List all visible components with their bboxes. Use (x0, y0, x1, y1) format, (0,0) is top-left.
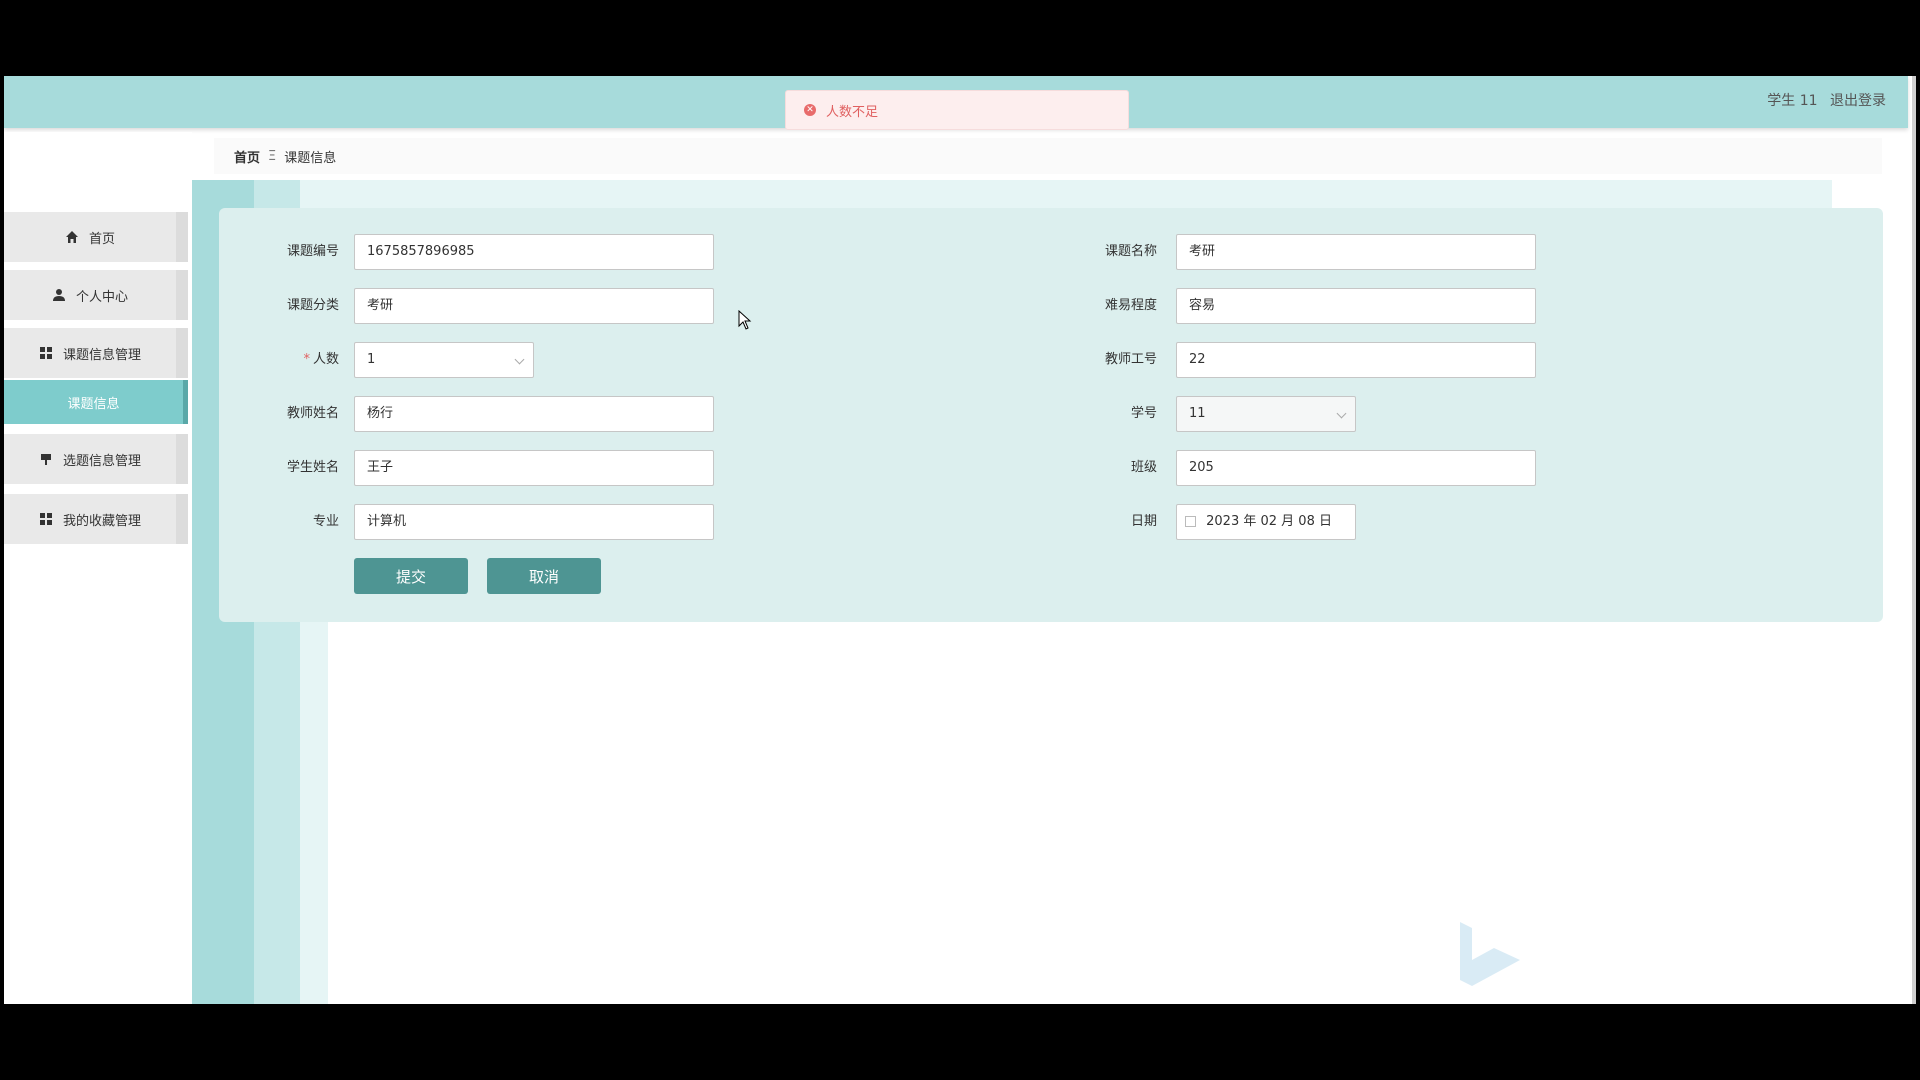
user-area: 学生 11 退出登录 (1759, 90, 1886, 110)
student-no-label: 学号 (1130, 406, 1157, 421)
required-mark: * (303, 352, 310, 367)
scrollbar[interactable] (1912, 76, 1916, 1004)
people-label-text: 人数 (312, 352, 339, 367)
grid-icon (39, 347, 52, 359)
class-input[interactable]: 205 (1176, 450, 1536, 486)
user-icon (52, 289, 65, 301)
sidebar-item-selection-management[interactable]: 选题信息管理 (4, 434, 188, 484)
topic-no-input[interactable]: 1675857896985 (354, 234, 714, 270)
student-no-value: 11 (1189, 406, 1206, 421)
difficulty-label: 难易程度 (1104, 298, 1157, 313)
sidebar-item-home[interactable]: 首页 (4, 212, 188, 262)
flag-icon (40, 454, 51, 465)
teacher-name-label: 教师姓名 (286, 406, 339, 421)
topic-name-label: 课题名称 (1104, 244, 1157, 259)
sidebar-item-profile[interactable]: 个人中心 (4, 270, 188, 320)
sidebar-item-label: 课题信息管理 (62, 347, 141, 363)
sidebar-item-favorites-management[interactable]: 我的收藏管理 (4, 494, 188, 544)
mouse-cursor-icon (738, 310, 752, 330)
sidebar-item-label: 我的收藏管理 (62, 513, 141, 529)
topic-category-label: 课题分类 (286, 298, 339, 313)
chevron-down-icon (1336, 408, 1347, 419)
class-label: 班级 (1130, 460, 1157, 475)
grid-icon (39, 513, 52, 525)
teacher-no-input[interactable]: 22 (1176, 342, 1536, 378)
topic-name-input[interactable]: 考研 (1176, 234, 1536, 270)
breadcrumb: 首页 Ξ 课题信息 (214, 138, 1882, 174)
student-name-input[interactable]: 王子 (354, 450, 714, 486)
sidebar-item-topic-management[interactable]: 课题信息管理 (4, 328, 188, 378)
difficulty-input[interactable]: 容易 (1176, 288, 1536, 324)
sidebar-subitem-topic-info[interactable]: 课题信息 (4, 380, 188, 424)
content-white (328, 622, 1916, 1004)
date-label: 日期 (1130, 514, 1157, 529)
student-name-label: 学生姓名 (286, 460, 339, 475)
toast-message: 人数不足 (826, 104, 879, 120)
sidebar-item-label: 课题信息 (67, 396, 120, 412)
breadcrumb-separator: Ξ (268, 148, 277, 164)
topic-form: 课题编号 1675857896985 课题分类 考研 * 人数 1 教师姓名 杨行… (219, 208, 1883, 622)
topic-no-label: 课题编号 (286, 244, 339, 259)
watermark-logo-icon (1460, 922, 1520, 986)
app-window: 学生 11 退出登录 ✕ 人数不足 首页 个人中心 课题信息管理 课题信息 选题… (4, 76, 1916, 1004)
people-select-value: 1 (367, 352, 376, 367)
error-toast: ✕ 人数不足 (785, 90, 1129, 130)
major-label: 专业 (312, 514, 339, 529)
people-select[interactable]: 1 (354, 342, 534, 378)
logout-link[interactable]: 退出登录 (1830, 93, 1886, 109)
sidebar: 首页 个人中心 课题信息管理 课题信息 选题信息管理 我的收藏管理 (4, 132, 192, 1004)
error-icon: ✕ (804, 104, 816, 116)
sidebar-item-label: 选题信息管理 (62, 453, 141, 469)
topic-category-input[interactable]: 考研 (354, 288, 714, 324)
teacher-name-input[interactable]: 杨行 (354, 396, 714, 432)
teacher-no-label: 教师工号 (1104, 352, 1157, 367)
chevron-down-icon (514, 354, 525, 365)
major-input[interactable]: 计算机 (354, 504, 714, 540)
sidebar-item-label: 首页 (88, 231, 115, 247)
sidebar-item-label: 个人中心 (75, 289, 128, 305)
breadcrumb-home[interactable]: 首页 (234, 147, 260, 166)
date-input[interactable]: 2023 年 02 月 08 日 (1176, 504, 1356, 540)
current-user: 学生 11 (1767, 93, 1818, 109)
student-no-select[interactable]: 11 (1176, 396, 1356, 432)
people-label: * 人数 (219, 342, 339, 378)
home-icon (65, 231, 78, 243)
calendar-icon (1185, 516, 1196, 527)
date-value: 2023 年 02 月 08 日 (1206, 514, 1332, 529)
breadcrumb-current: 课题信息 (284, 150, 337, 166)
submit-button[interactable]: 提交 (354, 558, 468, 594)
cancel-button[interactable]: 取消 (487, 558, 601, 594)
